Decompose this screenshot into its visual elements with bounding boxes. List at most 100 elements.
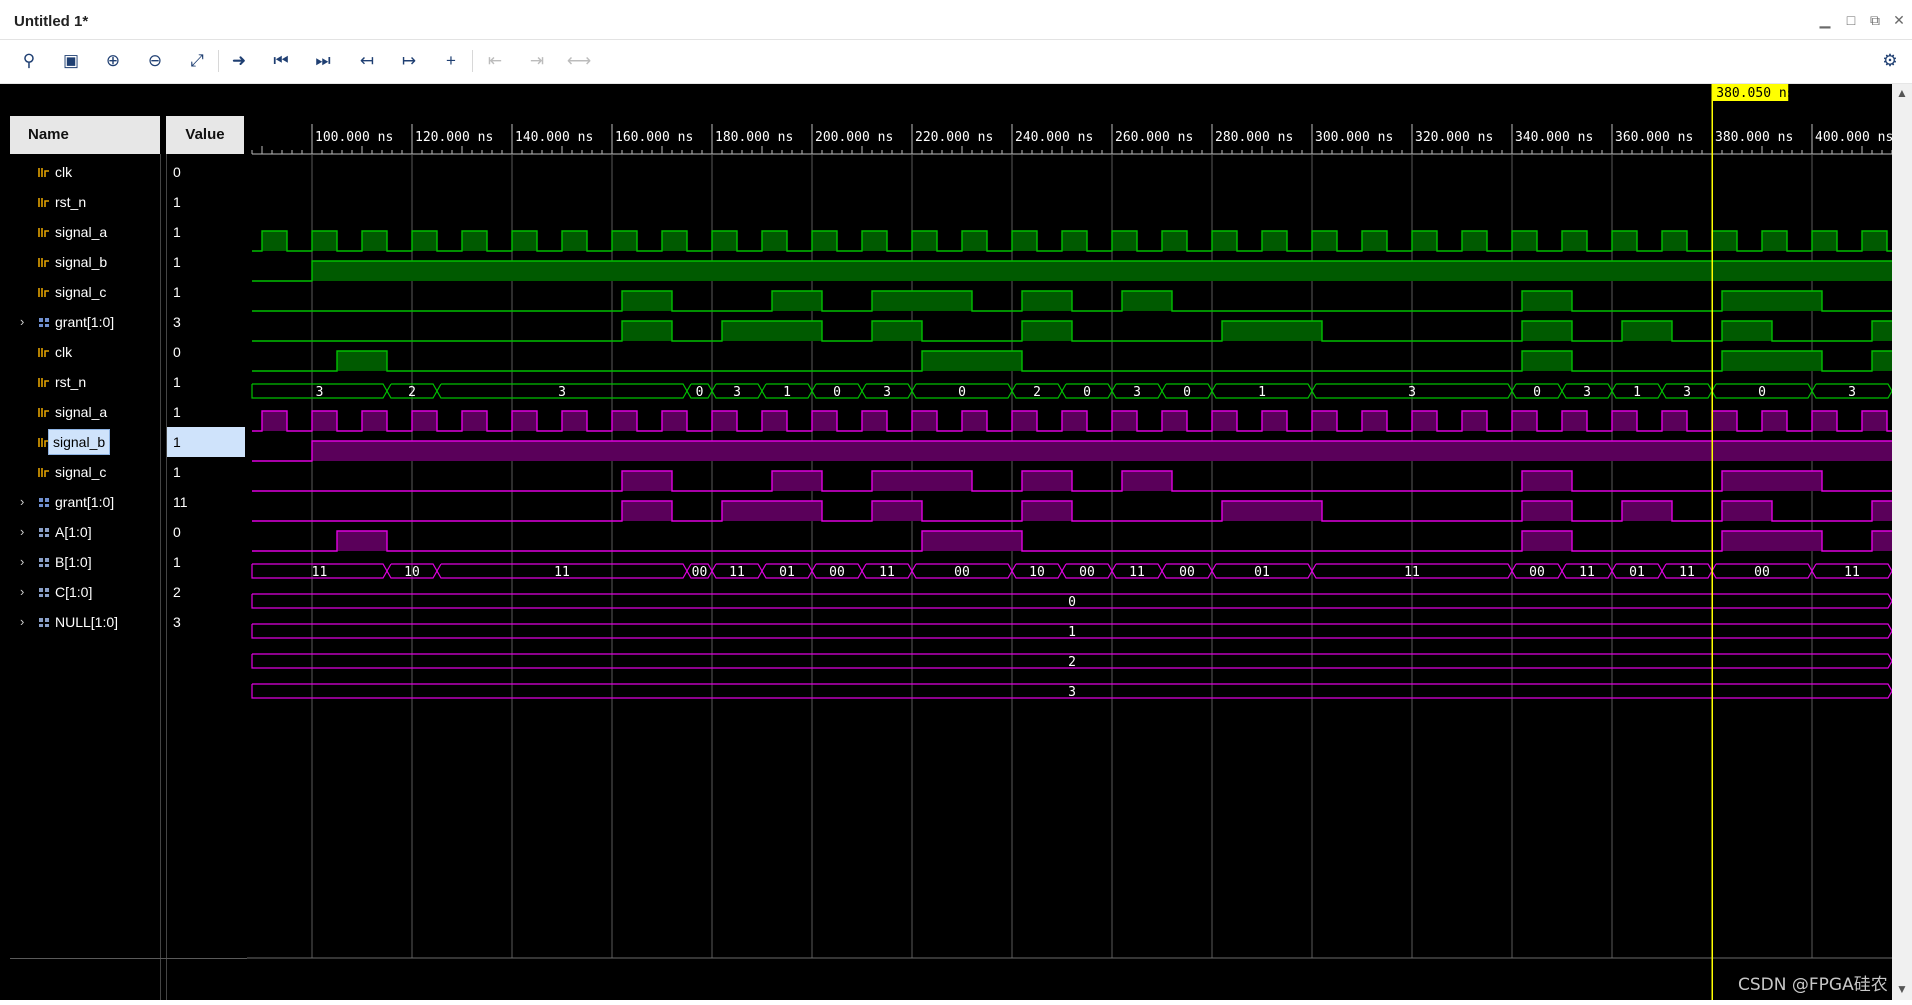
signal-row[interactable]: rst_n (10, 187, 160, 217)
signal-value-cell[interactable]: 0 (167, 337, 245, 367)
signal-row[interactable]: signal_a (10, 217, 160, 247)
signal-value-cell[interactable]: 1 (167, 277, 245, 307)
waveform-panel[interactable]: 100.000 ns 120.000 ns 140.000 ns 160.000 ns… (247, 84, 1893, 1000)
signal-row[interactable]: signal_b (10, 427, 160, 457)
signal-row[interactable]: rst_n (10, 367, 160, 397)
value-column-header[interactable]: Value (166, 116, 244, 154)
signal-row[interactable]: signal_a (10, 397, 160, 427)
expand-chevron-icon[interactable]: › (20, 307, 24, 337)
bit-high-fill (872, 321, 922, 341)
add-marker-icon[interactable]: + (436, 46, 466, 76)
bit-high-fill (622, 501, 672, 521)
vertical-scrollbar[interactable]: ▲ ▼ (1892, 84, 1912, 1000)
signal-value: 1 (173, 254, 181, 270)
signal-row[interactable]: › C[1:0] (10, 577, 160, 607)
bit-high-fill (1012, 231, 1037, 251)
search-icon[interactable]: ⚲ (14, 46, 44, 76)
bus-value-label: 2 (1033, 385, 1041, 400)
signal-name: grant[1:0] (55, 494, 115, 510)
ruler-tick-label: 260.000 ns (1115, 130, 1193, 145)
bit-high-fill (712, 411, 737, 431)
signal-row[interactable]: signal_b (10, 247, 160, 277)
bus-value-label: 11 (1679, 565, 1695, 580)
signal-value-cell[interactable]: 1 (167, 247, 245, 277)
scroll-down-icon[interactable]: ▼ (1892, 982, 1912, 996)
next-marker-icon[interactable]: ⇥ (522, 46, 552, 76)
ruler-tick-label: 200.000 ns (815, 130, 893, 145)
bit-high-fill (1812, 411, 1837, 431)
zoom-in-icon[interactable]: ⊕ (98, 46, 128, 76)
previous-transition-icon[interactable]: ↤ (352, 46, 382, 76)
signal-value-cell[interactable]: 0 (167, 517, 245, 547)
bit-high-fill (1872, 501, 1892, 521)
expand-chevron-icon[interactable]: › (20, 607, 24, 637)
bit-high-fill (512, 231, 537, 251)
bus-value-label: 11 (312, 565, 328, 580)
signal-name: clk (55, 344, 73, 360)
signal-value-cell[interactable]: 11 (167, 487, 245, 517)
minimize-icon[interactable]: ▁ (1816, 12, 1834, 29)
bit-high-fill (1462, 231, 1487, 251)
expand-chevron-icon[interactable]: › (20, 517, 24, 547)
bus-value-label: 00 (1179, 565, 1195, 580)
signal-value-cell[interactable]: 2 (167, 577, 245, 607)
signal-row[interactable]: › B[1:0] (10, 547, 160, 577)
signal-value-cell[interactable]: 3 (167, 307, 245, 337)
signal-row[interactable]: › grant[1:0] (10, 487, 160, 517)
close-icon[interactable]: ✕ (1890, 12, 1908, 29)
ruler-tick-label: 320.000 ns (1415, 130, 1493, 145)
bit-high-fill (412, 231, 437, 251)
signal-value-cell[interactable]: 1 (167, 397, 245, 427)
previous-marker-icon[interactable]: ⇤ (480, 46, 510, 76)
go-to-time-zero-icon[interactable]: ⏮ (266, 46, 296, 76)
signal-row[interactable]: › NULL[1:0] (10, 607, 160, 637)
bit-signal-icon (38, 378, 49, 387)
signal-value-cell[interactable]: 1 (167, 367, 245, 397)
restore-icon[interactable]: ⧉ (1866, 12, 1884, 29)
bit-signal-icon (38, 348, 49, 357)
next-transition-icon[interactable]: ↦ (394, 46, 424, 76)
bus-value-label: 00 (954, 565, 970, 580)
signal-value-cell[interactable]: 1 (167, 427, 245, 457)
bit-high-fill (1722, 471, 1822, 491)
settings-gear-icon[interactable]: ⚙ (1875, 46, 1905, 76)
signal-row[interactable]: › grant[1:0] (10, 307, 160, 337)
bit-high-fill (622, 291, 672, 311)
signal-value: 0 (173, 524, 181, 540)
signal-value-cell[interactable]: 3 (167, 607, 245, 637)
zoom-out-icon[interactable]: ⊖ (140, 46, 170, 76)
maximize-icon[interactable]: □ (1842, 12, 1860, 28)
signal-row[interactable]: › A[1:0] (10, 517, 160, 547)
bit-high-fill (462, 411, 487, 431)
scroll-up-icon[interactable]: ▲ (1892, 86, 1912, 100)
panel-divider (10, 958, 247, 959)
signal-row[interactable]: signal_c (10, 457, 160, 487)
waveform-canvas[interactable]: 100.000 ns 120.000 ns 140.000 ns 160.000 ns… (247, 84, 1893, 1000)
bit-waveform (252, 530, 1892, 552)
signal-row[interactable]: clk (10, 337, 160, 367)
bus-value-label: 1 (783, 385, 791, 400)
expand-chevron-icon[interactable]: › (20, 547, 24, 577)
signal-row[interactable]: clk (10, 157, 160, 187)
bus-value-label: 10 (1029, 565, 1045, 580)
signal-value-cell[interactable]: 0 (167, 157, 245, 187)
signal-value-cell[interactable]: 1 (167, 457, 245, 487)
signal-value: 1 (173, 374, 181, 390)
swap-cursors-icon[interactable]: ⟷ (564, 46, 594, 76)
bit-high-fill (1872, 351, 1892, 371)
expand-chevron-icon[interactable]: › (20, 577, 24, 607)
expand-chevron-icon[interactable]: › (20, 487, 24, 517)
signal-row[interactable]: signal_c (10, 277, 160, 307)
signal-value-cell[interactable]: 1 (167, 547, 245, 577)
go-to-last-time-icon[interactable]: ⏭ (308, 46, 338, 76)
signal-value-cell[interactable]: 1 (167, 187, 245, 217)
zoom-fit-icon[interactable]: ⤢ (182, 46, 212, 76)
go-to-cursor-icon[interactable]: ➜ (224, 46, 254, 76)
save-icon[interactable]: ▣ (56, 46, 86, 76)
signal-value: 0 (173, 164, 181, 180)
name-column-header[interactable]: Name (10, 116, 160, 154)
bit-high-fill (1522, 291, 1572, 311)
signal-value: 1 (173, 194, 181, 210)
signal-value-cell[interactable]: 1 (167, 217, 245, 247)
bit-high-fill (1622, 501, 1672, 521)
